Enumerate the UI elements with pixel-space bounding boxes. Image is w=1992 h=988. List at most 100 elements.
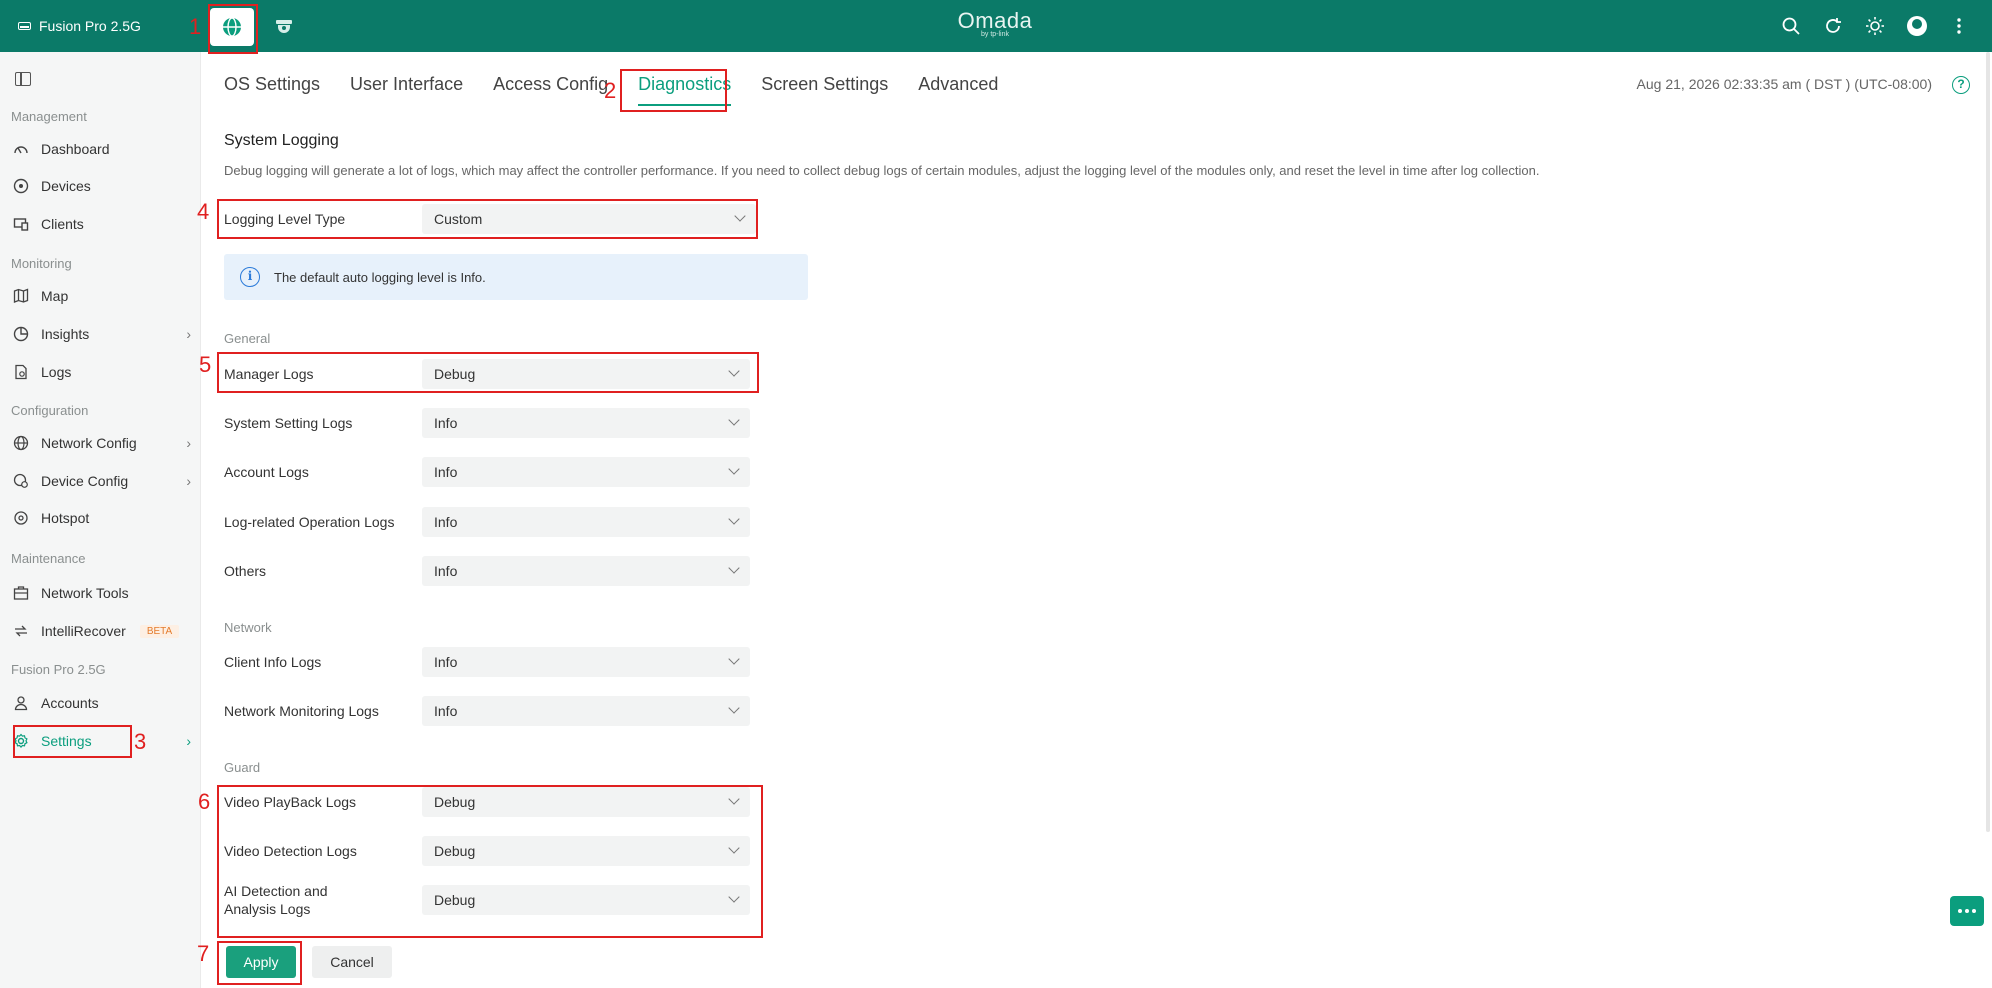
tab-user-interface[interactable]: User Interface	[350, 62, 463, 106]
log-row-label: Client Info Logs	[224, 654, 322, 670]
network-config-icon	[11, 433, 31, 453]
log-row-label: Account Logs	[224, 464, 309, 480]
sidebar-item-device-config[interactable]: Device Config ›	[11, 467, 191, 495]
select-value: Info	[434, 415, 458, 431]
sidebar-item-label: Device Config	[41, 473, 129, 489]
annotation-box-6	[217, 785, 763, 938]
theme-sun-icon[interactable]	[1864, 15, 1886, 37]
sidebar-collapse-icon[interactable]	[15, 72, 31, 86]
info-icon: i	[240, 267, 260, 287]
sidebar-item-insights[interactable]: Insights ›	[11, 320, 191, 348]
cancel-button[interactable]: Cancel	[312, 946, 392, 978]
site-name: Fusion Pro 2.5G	[39, 18, 141, 34]
section-title-monitoring: Monitoring	[11, 256, 72, 271]
chevron-right-icon: ›	[186, 435, 191, 451]
client-info-logs-select[interactable]: Info	[422, 647, 750, 677]
logs-icon	[11, 362, 31, 382]
sidebar-item-label: Network Config	[41, 435, 137, 451]
log-related-operation-logs-select[interactable]: Info	[422, 507, 750, 537]
intellirecover-icon	[11, 621, 31, 641]
site-selector[interactable]: Fusion Pro 2.5G	[18, 0, 141, 52]
annotation-box-1	[208, 4, 258, 54]
log-row-label: Others	[224, 563, 267, 579]
sidebar-item-clients[interactable]: Clients	[11, 210, 191, 238]
group-title-network: Network	[224, 620, 272, 635]
tab-os-settings[interactable]: OS Settings	[224, 62, 320, 106]
sidebar-item-hotspot[interactable]: Hotspot	[11, 504, 191, 532]
section-title-configuration: Configuration	[11, 403, 89, 418]
info-banner: i The default auto logging level is Info…	[224, 254, 808, 300]
chat-support-icon[interactable]	[1950, 896, 1984, 926]
user-avatar-icon	[1907, 16, 1927, 36]
select-value: Info	[434, 563, 458, 579]
help-icon[interactable]: ?	[1952, 76, 1970, 94]
guard-view-tab[interactable]	[262, 8, 306, 46]
log-row-label: Network Monitoring Logs	[224, 703, 379, 719]
account-logs-select[interactable]: Info	[422, 457, 750, 487]
sidebar-item-label: IntelliRecover	[41, 623, 126, 639]
select-value: Info	[434, 514, 458, 530]
sidebar-item-label: Clients	[41, 216, 84, 232]
group-title-general: General	[224, 331, 271, 346]
refresh-icon[interactable]	[1822, 15, 1844, 37]
sidebar-item-label: Logs	[41, 364, 72, 380]
annotation-box-4	[217, 199, 758, 239]
annotation-number-2: 2	[604, 78, 617, 103]
tab-screen-settings[interactable]: Screen Settings	[761, 62, 888, 106]
sidebar-item-logs[interactable]: Logs	[11, 358, 191, 386]
log-row: Account Logs Info	[224, 457, 750, 487]
log-row-label: Log-related Operation Logs	[224, 514, 395, 530]
chevron-right-icon: ›	[186, 473, 191, 489]
hotspot-icon	[11, 508, 31, 528]
chevron-right-icon: ›	[186, 733, 191, 749]
annotation-box-2	[620, 69, 727, 112]
sidebar-item-devices[interactable]: Devices	[11, 172, 191, 200]
network-tools-icon	[11, 583, 31, 603]
top-actions	[1780, 0, 1970, 52]
sidebar-item-label: Accounts	[41, 695, 99, 711]
select-value: Info	[434, 703, 458, 719]
avatar[interactable]	[1906, 15, 1928, 37]
chevron-down-icon	[728, 653, 740, 665]
log-row: Log-related Operation Logs Info	[224, 507, 750, 537]
others-logs-select[interactable]: Info	[422, 556, 750, 586]
section-title-fusion: Fusion Pro 2.5G	[11, 662, 106, 677]
search-icon[interactable]	[1780, 15, 1802, 37]
sidebar-item-map[interactable]: Map	[11, 282, 191, 310]
sidebar-item-accounts[interactable]: Accounts	[11, 689, 191, 717]
sidebar-item-intellirecover[interactable]: IntelliRecover BETA	[11, 617, 191, 645]
annotation-number-7: 7	[197, 941, 210, 966]
log-row: Client Info Logs Info	[224, 647, 750, 677]
scrollbar[interactable]	[1986, 52, 1990, 832]
chevron-right-icon: ›	[186, 326, 191, 342]
tab-access-config[interactable]: Access Config	[493, 62, 608, 106]
sidebar-item-label: Hotspot	[41, 510, 90, 526]
annotation-box-5	[217, 352, 759, 393]
page-title: System Logging	[224, 132, 339, 149]
system-datetime: Aug 21, 2026 02:33:35 am ( DST ) (UTC-08…	[1636, 76, 1932, 92]
accounts-icon	[11, 693, 31, 713]
annotation-number-1: 1	[189, 14, 202, 39]
system-setting-logs-select[interactable]: Info	[422, 408, 750, 438]
sidebar-item-network-config[interactable]: Network Config ›	[11, 429, 191, 457]
clients-icon	[11, 214, 31, 234]
sidebar-item-label: Network Tools	[41, 585, 129, 601]
log-row-label: System Setting Logs	[224, 415, 353, 431]
sidebar-item-label: Insights	[41, 326, 90, 342]
sidebar-item-label: Dashboard	[41, 141, 110, 157]
annotation-box-3	[13, 725, 132, 758]
omada-logo: Omada by tp-link	[940, 8, 1050, 38]
tab-advanced[interactable]: Advanced	[918, 62, 998, 106]
more-vertical-icon[interactable]	[1948, 15, 1970, 37]
sidebar-item-dashboard[interactable]: Dashboard	[11, 135, 191, 163]
device-config-icon	[11, 471, 31, 491]
sidebar-item-network-tools[interactable]: Network Tools	[11, 579, 191, 607]
network-monitoring-logs-select[interactable]: Info	[422, 696, 750, 726]
select-value: Info	[434, 654, 458, 670]
chevron-down-icon	[728, 414, 740, 426]
log-row: Network Monitoring Logs Info	[224, 696, 750, 726]
section-title-management: Management	[11, 109, 87, 124]
brand-sub: by tp-link	[980, 31, 1009, 38]
insights-icon	[11, 324, 31, 344]
camera-dome-icon	[276, 20, 292, 33]
